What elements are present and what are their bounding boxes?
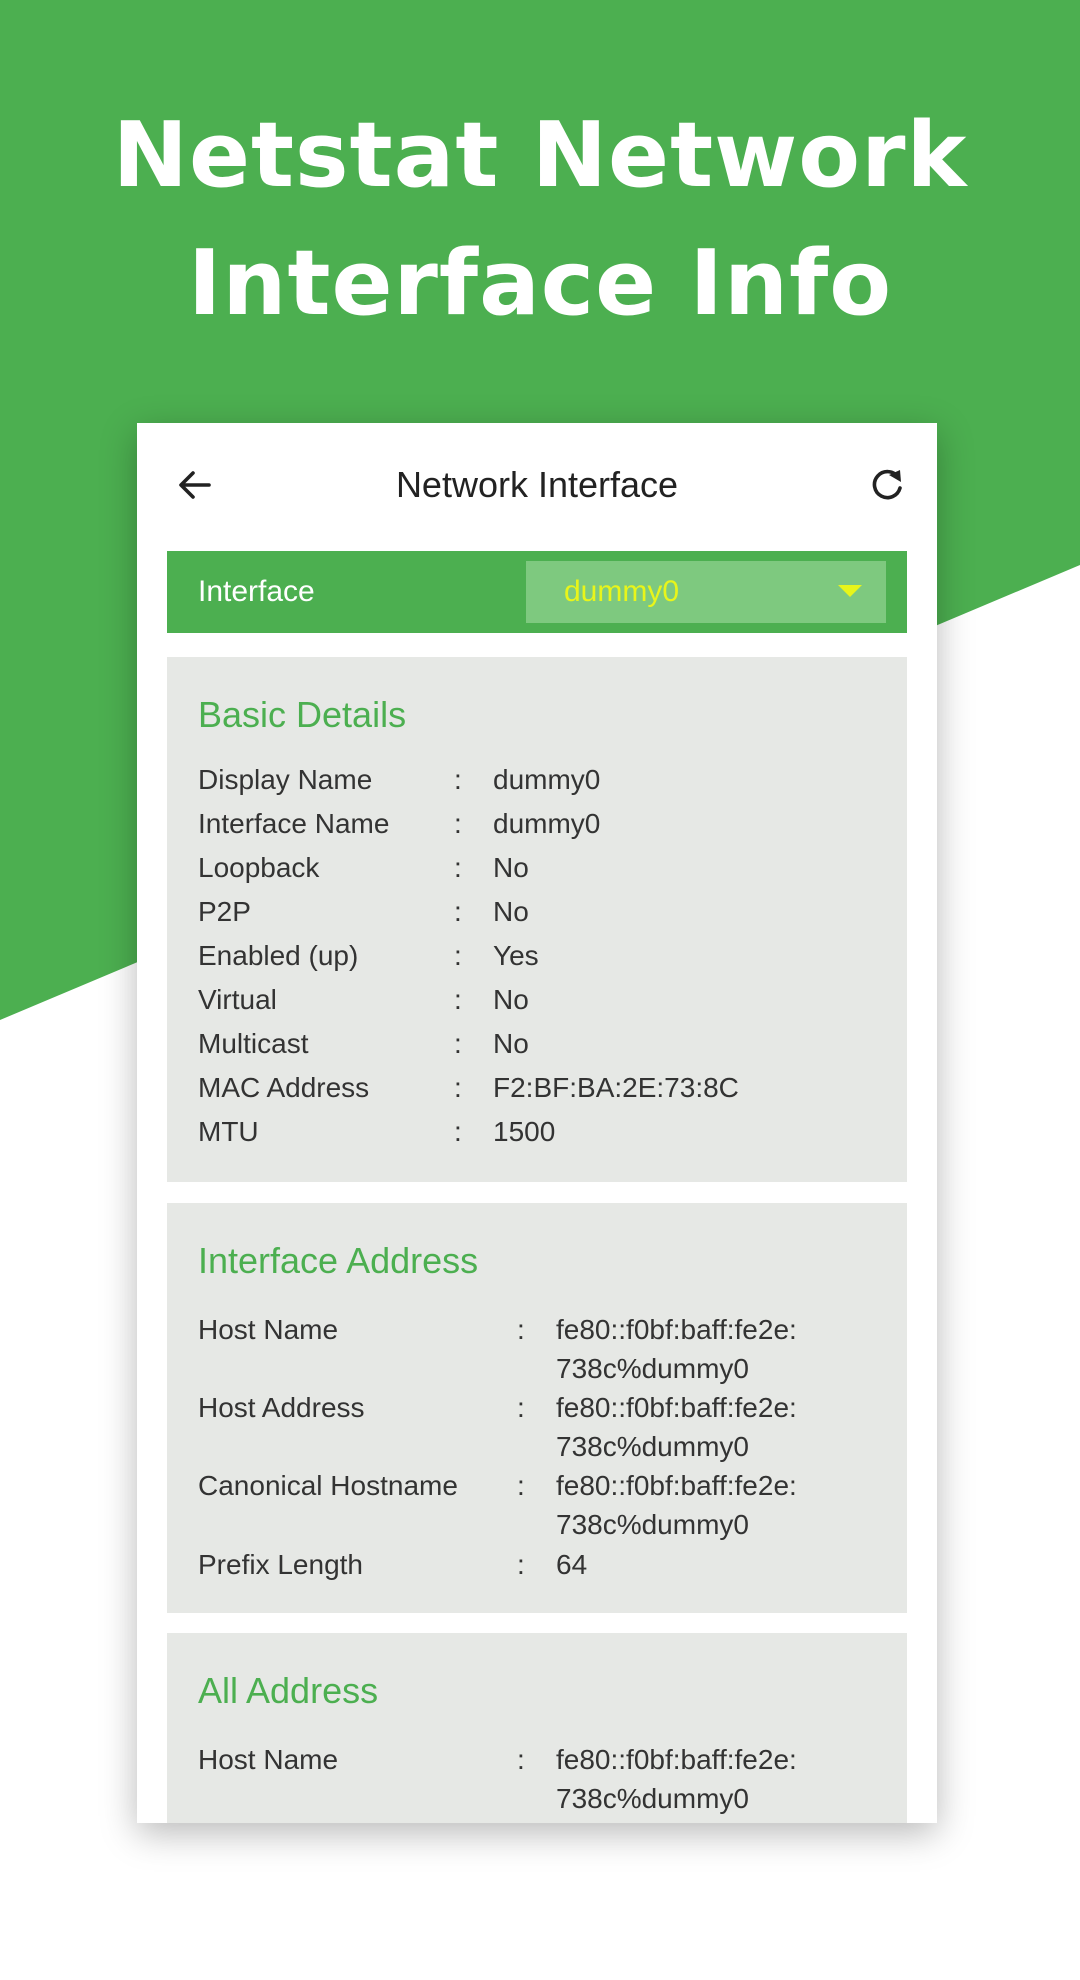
detail-value: F2:BF:BA:2E:73:8C <box>493 1072 739 1103</box>
detail-label: Multicast <box>198 1028 309 1059</box>
detail-label: Host Address <box>198 1392 365 1423</box>
promo-title-line-1: Netstat Network <box>112 103 968 208</box>
detail-separator: : <box>454 1028 462 1059</box>
detail-value: No <box>493 1028 529 1059</box>
detail-value-line-2: 738c%dummy0 <box>556 1509 749 1540</box>
detail-value-line-2: 738c%dummy0 <box>556 1353 749 1384</box>
detail-label: MTU <box>198 1116 259 1147</box>
screen-title: Network Interface <box>395 464 679 505</box>
detail-label: P2P <box>198 896 251 927</box>
detail-label: MAC Address <box>198 1072 370 1103</box>
all-address-card: All Address Host Name : fe80::f0bf:baff:… <box>167 1633 907 1823</box>
detail-label: Host Name <box>198 1744 339 1775</box>
app-bar: Network Interface <box>137 423 937 551</box>
detail-label: Enabled (up) <box>198 940 359 971</box>
detail-label: Interface Name <box>198 808 390 839</box>
detail-value: 1500 <box>493 1116 556 1147</box>
detail-value-line-2: 738c%dummy0 <box>556 1431 749 1462</box>
promo-title: Netstat Network Interface Info <box>0 92 1080 348</box>
detail-label: Loopback <box>198 852 320 883</box>
interface-selector-label: Interface <box>198 575 315 608</box>
interface-address-card: Interface Address Host Name : fe80::f0bf… <box>167 1203 907 1613</box>
detail-value: Yes <box>493 940 539 971</box>
detail-value: dummy0 <box>493 764 601 795</box>
interface-dropdown-value: dummy0 <box>564 575 680 608</box>
detail-label: Virtual <box>198 984 277 1015</box>
detail-separator: : <box>454 896 462 927</box>
detail-value: dummy0 <box>493 808 601 839</box>
detail-value-line-1: fe80::f0bf:baff:fe2e: <box>556 1392 797 1423</box>
interface-dropdown[interactable]: dummy0 <box>526 561 886 623</box>
refresh-icon[interactable] <box>865 463 909 507</box>
detail-separator: : <box>454 852 462 883</box>
phone-screen: Network Interface Interface dummy0 Basic… <box>137 423 937 1823</box>
detail-label: Prefix Length <box>198 1549 363 1580</box>
detail-value: No <box>493 984 529 1015</box>
interface-selector-bar: Interface dummy0 <box>167 551 907 633</box>
caret-down-icon <box>838 585 862 597</box>
detail-separator: : <box>454 1072 462 1103</box>
detail-label: Canonical Hostname <box>198 1470 458 1501</box>
detail-label: Host Name <box>198 1314 339 1345</box>
detail-separator: : <box>454 808 462 839</box>
detail-value-line-1: fe80::f0bf:baff:fe2e: <box>556 1314 797 1345</box>
promo-title-line-2: Interface Info <box>187 231 893 336</box>
detail-separator: : <box>454 940 462 971</box>
detail-separator: : <box>454 764 462 795</box>
detail-value-line-1: fe80::f0bf:baff:fe2e: <box>556 1470 797 1501</box>
detail-separator: : <box>454 1116 462 1147</box>
detail-separator: : <box>517 1392 525 1423</box>
all-address-heading: All Address <box>198 1670 379 1711</box>
detail-value-line-2: 738c%dummy0 <box>556 1783 749 1814</box>
detail-separator: : <box>517 1549 525 1580</box>
detail-separator: : <box>517 1314 525 1345</box>
detail-separator: : <box>517 1470 525 1501</box>
basic-details-card: Basic Details Display Name : dummy0 Inte… <box>167 657 907 1182</box>
detail-label: Display Name <box>198 764 373 795</box>
detail-value-line-1: fe80::f0bf:baff:fe2e: <box>556 1744 797 1775</box>
detail-separator: : <box>454 984 462 1015</box>
detail-separator: : <box>517 1744 525 1775</box>
interface-address-heading: Interface Address <box>198 1240 479 1281</box>
basic-details-heading: Basic Details <box>198 694 407 735</box>
detail-value: No <box>493 896 529 927</box>
detail-value: No <box>493 852 529 883</box>
detail-value: 64 <box>556 1549 588 1580</box>
